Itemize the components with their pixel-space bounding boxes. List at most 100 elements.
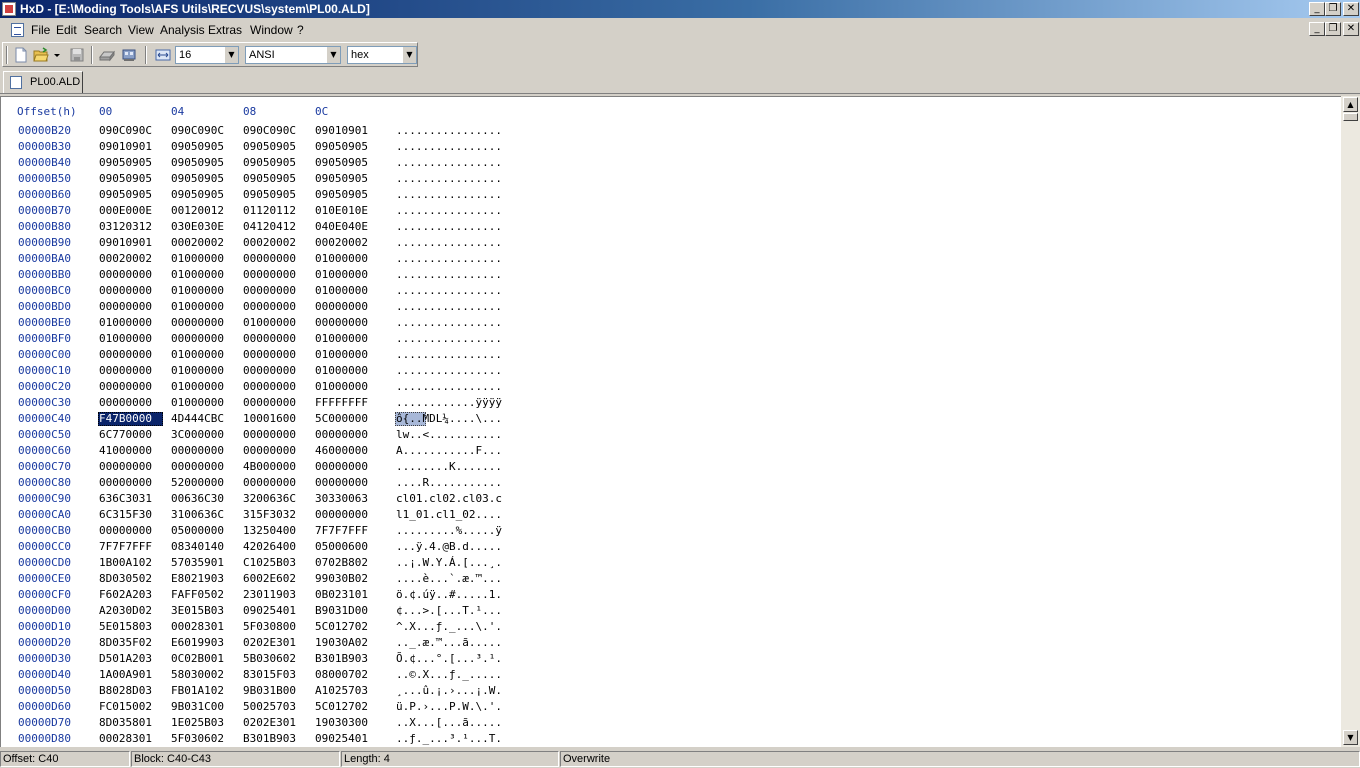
minimize-button[interactable]: _ bbox=[1309, 2, 1325, 16]
hex-group[interactable]: 09010901 bbox=[99, 236, 152, 249]
hex-group[interactable]: 8D030502 bbox=[99, 572, 152, 585]
hex-group[interactable]: 01000000 bbox=[171, 268, 224, 281]
hex-row[interactable]: 00000C70 00000000 00000000 4B000000 00000000… bbox=[1, 460, 1341, 476]
hex-group[interactable]: 01000000 bbox=[171, 348, 224, 361]
text-column[interactable]: ..X...[...ã..... bbox=[396, 716, 502, 729]
hex-row[interactable]: 00000BD0 00000000 01000000 00000000 00000000… bbox=[1, 300, 1341, 316]
text-column[interactable]: ................ bbox=[396, 156, 502, 169]
hex-group[interactable]: 00000000 bbox=[315, 428, 368, 441]
hex-group[interactable]: 09050905 bbox=[99, 172, 152, 185]
hex-group[interactable]: E8021903 bbox=[171, 572, 224, 585]
hex-group[interactable]: 00000000 bbox=[171, 316, 224, 329]
text-column[interactable]: ................ bbox=[396, 204, 502, 217]
mdi-minimize-button[interactable]: _ bbox=[1309, 22, 1325, 36]
text-column[interactable]: ................ bbox=[396, 284, 502, 297]
hex-row[interactable]: 00000D70 8D035801 1E025B03 0202E301 19030300… bbox=[1, 716, 1341, 732]
hex-editor-view[interactable]: Offset(h) 00 04 08 0C 00000B20 090C090C 09… bbox=[0, 96, 1341, 747]
hex-group[interactable]: 08340140 bbox=[171, 540, 224, 553]
app-icon[interactable] bbox=[2, 2, 16, 16]
hex-group[interactable]: 6002E602 bbox=[243, 572, 296, 585]
hex-group[interactable]: 7F7F7FFF bbox=[315, 524, 368, 537]
hex-group[interactable]: 3100636C bbox=[171, 508, 224, 521]
hex-row[interactable]: 00000C80 00000000 52000000 00000000 00000000… bbox=[1, 476, 1341, 492]
hex-group[interactable]: 5F030602 bbox=[171, 732, 224, 745]
bytes-per-row-select[interactable]: 16 ▼ bbox=[175, 46, 239, 64]
vertical-scrollbar[interactable]: ▲ ▼ bbox=[1341, 96, 1360, 747]
hex-row[interactable]: 00000C50 6C770000 3C000000 00000000 00000000… bbox=[1, 428, 1341, 444]
hex-group[interactable]: 090C090C bbox=[99, 124, 152, 137]
hex-group[interactable]: B301B903 bbox=[315, 652, 368, 665]
text-column[interactable]: ................ bbox=[396, 124, 502, 137]
scroll-up-button[interactable]: ▲ bbox=[1343, 97, 1358, 112]
hex-group[interactable]: 58030002 bbox=[171, 668, 224, 681]
hex-group[interactable]: 01000000 bbox=[99, 316, 152, 329]
hex-group[interactable]: 00000000 bbox=[99, 284, 152, 297]
hex-group[interactable]: 01000000 bbox=[315, 284, 368, 297]
text-column[interactable]: ................ bbox=[396, 316, 502, 329]
text-column[interactable]: ....R........... bbox=[396, 476, 502, 489]
ram-memory-icon[interactable] bbox=[121, 47, 137, 63]
hex-row[interactable]: 00000BB0 00000000 01000000 00000000 01000000… bbox=[1, 268, 1341, 284]
hex-group[interactable]: 00000000 bbox=[243, 444, 296, 457]
hex-group[interactable]: 090C090C bbox=[243, 124, 296, 137]
hex-row[interactable]: 00000D10 5E015803 00028301 5F030800 5C012702… bbox=[1, 620, 1341, 636]
hex-row[interactable]: 00000C40 F47B0000 4D444CBC 10001600 5C000000… bbox=[1, 412, 1341, 428]
hex-row[interactable]: 00000C10 00000000 01000000 00000000 01000000… bbox=[1, 364, 1341, 380]
hex-group[interactable]: 3C000000 bbox=[171, 428, 224, 441]
scrollbar-thumb[interactable] bbox=[1343, 113, 1358, 121]
hex-group[interactable]: 01000000 bbox=[315, 380, 368, 393]
hex-group[interactable]: E6019903 bbox=[171, 636, 224, 649]
hex-group[interactable]: 040E040E bbox=[315, 220, 368, 233]
hex-group[interactable]: 636C3031 bbox=[99, 492, 152, 505]
hex-group[interactable]: 00000000 bbox=[243, 476, 296, 489]
hex-group[interactable]: 4B000000 bbox=[243, 460, 296, 473]
text-column[interactable]: ..ƒ._...³.¹...T. bbox=[396, 732, 502, 745]
text-column[interactable]: ô{..MDL¼....\... bbox=[396, 412, 502, 425]
hex-group[interactable]: 01000000 bbox=[99, 332, 152, 345]
hex-group[interactable]: 09050905 bbox=[315, 172, 368, 185]
hex-group[interactable]: 09050905 bbox=[171, 156, 224, 169]
menu-help[interactable]: ? bbox=[297, 23, 304, 37]
menu-edit[interactable]: Edit bbox=[56, 23, 77, 37]
text-column[interactable]: l1_01.cl1_02.... bbox=[396, 508, 502, 521]
hex-group[interactable]: 00000000 bbox=[99, 364, 152, 377]
hex-row[interactable]: 00000CB0 00000000 05000000 13250400 7F7F7FFF… bbox=[1, 524, 1341, 540]
hex-row[interactable]: 00000B50 09050905 09050905 09050905 09050905… bbox=[1, 172, 1341, 188]
hex-group[interactable]: FFFFFFFF bbox=[315, 396, 368, 409]
hex-group[interactable]: 00000000 bbox=[99, 524, 152, 537]
hex-row[interactable]: 00000C30 00000000 01000000 00000000 FFFFFFFF… bbox=[1, 396, 1341, 412]
hex-row[interactable]: 00000BA0 00020002 01000000 00000000 01000000… bbox=[1, 252, 1341, 268]
hex-group[interactable]: F602A203 bbox=[99, 588, 152, 601]
hex-group[interactable]: 01000000 bbox=[315, 364, 368, 377]
hex-group[interactable]: 00000000 bbox=[99, 300, 152, 313]
text-column[interactable]: ................ bbox=[396, 300, 502, 313]
text-column[interactable]: ....è...`.æ.™... bbox=[396, 572, 502, 585]
hex-group[interactable]: 5F030800 bbox=[243, 620, 296, 633]
hex-group[interactable]: 00028301 bbox=[171, 620, 224, 633]
save-disk-icon[interactable] bbox=[69, 47, 85, 63]
hex-group[interactable]: 09025401 bbox=[243, 604, 296, 617]
text-column[interactable]: ü.P.›...P.W.\.'. bbox=[396, 700, 502, 713]
hex-group[interactable]: 3200636C bbox=[243, 492, 296, 505]
hex-group[interactable]: B8028D03 bbox=[99, 684, 152, 697]
hex-group[interactable]: 00000000 bbox=[99, 396, 152, 409]
hex-group[interactable]: 00000000 bbox=[171, 444, 224, 457]
open-folder-icon[interactable] bbox=[33, 47, 49, 63]
text-column[interactable]: ................ bbox=[396, 188, 502, 201]
text-column[interactable]: ¢...>.[...T.¹... bbox=[396, 604, 502, 617]
hex-group[interactable]: 09050905 bbox=[315, 188, 368, 201]
text-column[interactable]: lw..<........... bbox=[396, 428, 502, 441]
hex-group[interactable]: 00000000 bbox=[99, 268, 152, 281]
hex-row[interactable]: 00000B30 09010901 09050905 09050905 09050905… bbox=[1, 140, 1341, 156]
hex-group[interactable]: 10001600 bbox=[243, 412, 296, 425]
hex-group[interactable]: 57035901 bbox=[171, 556, 224, 569]
hex-row[interactable]: 00000D50 B8028D03 FB01A102 9B031B00 A1025703… bbox=[1, 684, 1341, 700]
hex-group[interactable]: 09050905 bbox=[315, 156, 368, 169]
menu-search[interactable]: Search bbox=[84, 23, 122, 37]
charset-select[interactable]: ANSI ▼ bbox=[245, 46, 341, 64]
hex-group[interactable]: 00636C30 bbox=[171, 492, 224, 505]
hex-group[interactable]: 00000000 bbox=[99, 476, 152, 489]
hex-row[interactable]: 00000B70 000E000E 00120012 01120112 010E010E… bbox=[1, 204, 1341, 220]
chevron-down-icon[interactable] bbox=[53, 47, 61, 63]
hex-group[interactable]: 08000702 bbox=[315, 668, 368, 681]
